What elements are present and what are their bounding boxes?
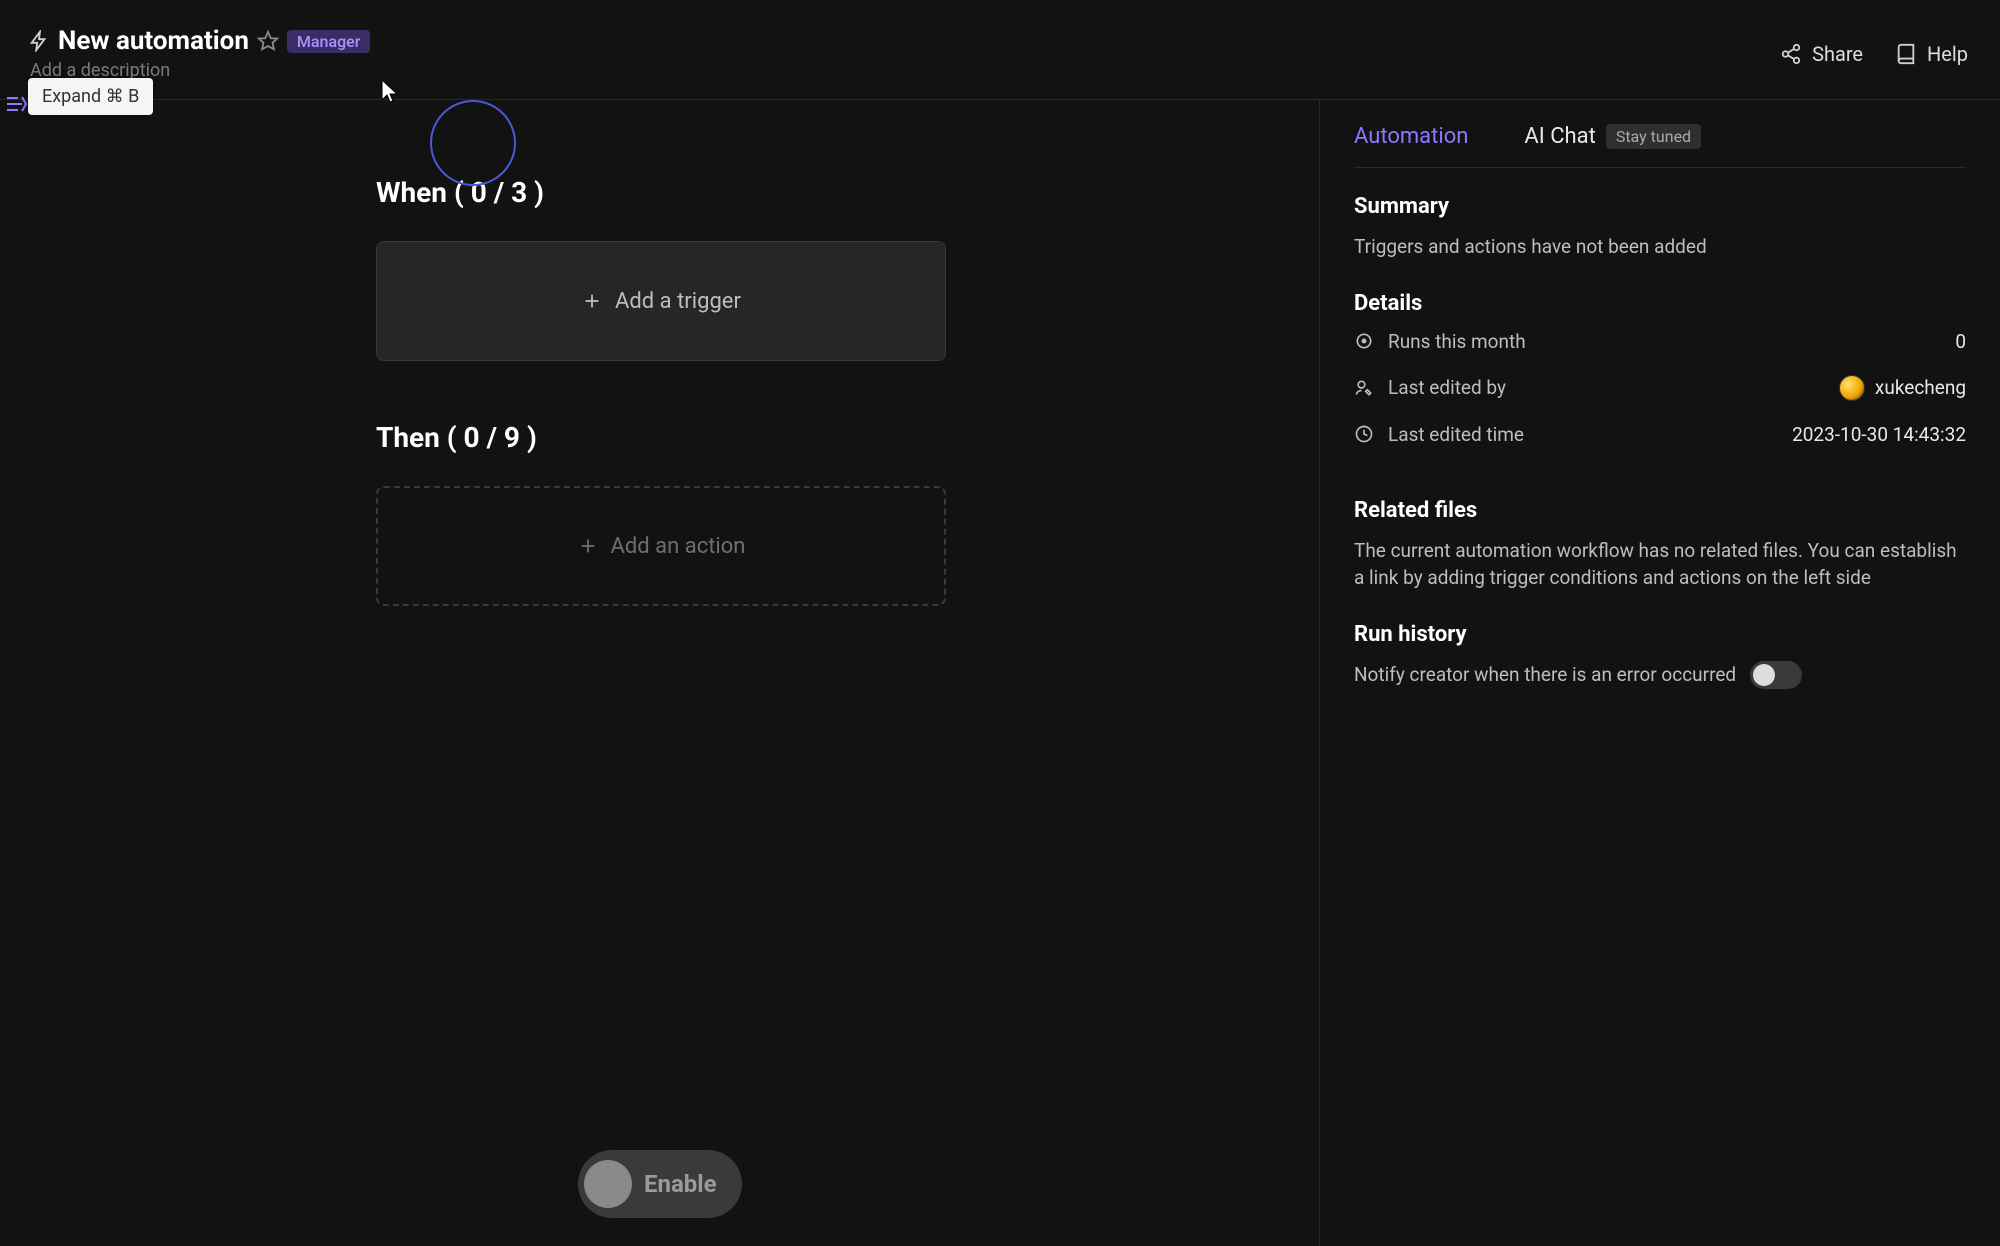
body: When ( 0 / 3 ) Add a trigger Then ( 0 / … bbox=[0, 100, 2000, 1246]
plus-icon bbox=[577, 535, 599, 557]
detail-edited-time: Last edited time 2023-10-30 14:43:32 bbox=[1354, 423, 1966, 446]
details-section: Details Runs this month 0 Last edited by bbox=[1354, 291, 1966, 468]
enable-label: Enable bbox=[644, 1170, 717, 1198]
add-action-label: Add an action bbox=[611, 534, 746, 559]
then-heading: Then ( 0 / 9 ) bbox=[376, 421, 946, 454]
run-history-section: Run history Notify creator when there is… bbox=[1354, 622, 1966, 689]
detail-runs: Runs this month 0 bbox=[1354, 330, 1966, 353]
notify-row: Notify creator when there is an error oc… bbox=[1354, 661, 1966, 689]
role-badge: Manager bbox=[287, 30, 370, 53]
plus-icon bbox=[581, 290, 603, 312]
share-label: Share bbox=[1812, 42, 1863, 66]
when-section: When ( 0 / 3 ) Add a trigger bbox=[376, 176, 946, 361]
edited-by-label: Last edited by bbox=[1388, 376, 1506, 399]
book-icon bbox=[1895, 43, 1917, 65]
automation-canvas: When ( 0 / 3 ) Add a trigger Then ( 0 / … bbox=[0, 100, 1320, 1246]
summary-text: Triggers and actions have not been added bbox=[1354, 233, 1966, 261]
summary-section: Summary Triggers and actions have not be… bbox=[1354, 194, 1966, 261]
header: New automation Manager Add a description… bbox=[0, 0, 2000, 100]
bolt-icon bbox=[28, 30, 50, 52]
add-trigger-button[interactable]: Add a trigger bbox=[376, 241, 946, 361]
tab-automation-label: Automation bbox=[1354, 124, 1468, 149]
related-text: The current automation workflow has no r… bbox=[1354, 537, 1966, 592]
tab-ai-chat-label: AI Chat bbox=[1524, 124, 1595, 149]
target-icon bbox=[1354, 331, 1374, 351]
header-right: Share Help bbox=[1780, 42, 1968, 66]
edited-time-value: 2023-10-30 14:43:32 bbox=[1792, 423, 1966, 446]
side-panel: Automation AI Chat Stay tuned Summary Tr… bbox=[1320, 100, 2000, 1246]
details-heading: Details bbox=[1354, 291, 1966, 316]
help-button[interactable]: Help bbox=[1895, 42, 1968, 66]
runs-label: Runs this month bbox=[1388, 330, 1526, 353]
share-icon bbox=[1780, 43, 1802, 65]
add-action-button[interactable]: Add an action bbox=[376, 486, 946, 606]
notify-toggle-knob bbox=[1753, 664, 1775, 686]
edited-by-name: xukecheng bbox=[1875, 376, 1966, 399]
related-heading: Related files bbox=[1354, 498, 1966, 523]
help-label: Help bbox=[1927, 42, 1968, 66]
run-history-heading: Run history bbox=[1354, 622, 1966, 647]
tab-ai-chat[interactable]: AI Chat Stay tuned bbox=[1524, 124, 1701, 149]
tab-automation[interactable]: Automation bbox=[1354, 124, 1468, 149]
notify-label: Notify creator when there is an error oc… bbox=[1354, 663, 1736, 686]
then-section: Then ( 0 / 9 ) Add an action bbox=[376, 421, 946, 606]
runs-value: 0 bbox=[1955, 330, 1966, 353]
edited-time-label: Last edited time bbox=[1388, 423, 1524, 446]
stay-tuned-badge: Stay tuned bbox=[1606, 124, 1701, 149]
detail-edited-by: Last edited by xukecheng bbox=[1354, 375, 1966, 401]
title-row: New automation Manager bbox=[28, 26, 370, 56]
page-title[interactable]: New automation bbox=[58, 26, 249, 56]
expand-tooltip: Expand ⌘ B bbox=[28, 78, 153, 115]
related-files-section: Related files The current automation wor… bbox=[1354, 498, 1966, 592]
avatar bbox=[1839, 375, 1865, 401]
header-left: New automation Manager Add a description bbox=[28, 26, 370, 81]
star-icon[interactable] bbox=[257, 30, 279, 52]
clock-icon bbox=[1354, 424, 1374, 444]
panel-tabs: Automation AI Chat Stay tuned bbox=[1354, 124, 1966, 168]
enable-toggle[interactable]: Enable bbox=[578, 1150, 742, 1218]
highlight-circle bbox=[430, 100, 516, 186]
summary-heading: Summary bbox=[1354, 194, 1966, 219]
enable-toggle-knob bbox=[584, 1160, 632, 1208]
share-button[interactable]: Share bbox=[1780, 42, 1863, 66]
user-edit-icon bbox=[1354, 378, 1374, 398]
notify-toggle[interactable] bbox=[1750, 661, 1802, 689]
edited-by-value: xukecheng bbox=[1839, 375, 1966, 401]
add-trigger-label: Add a trigger bbox=[615, 289, 741, 314]
